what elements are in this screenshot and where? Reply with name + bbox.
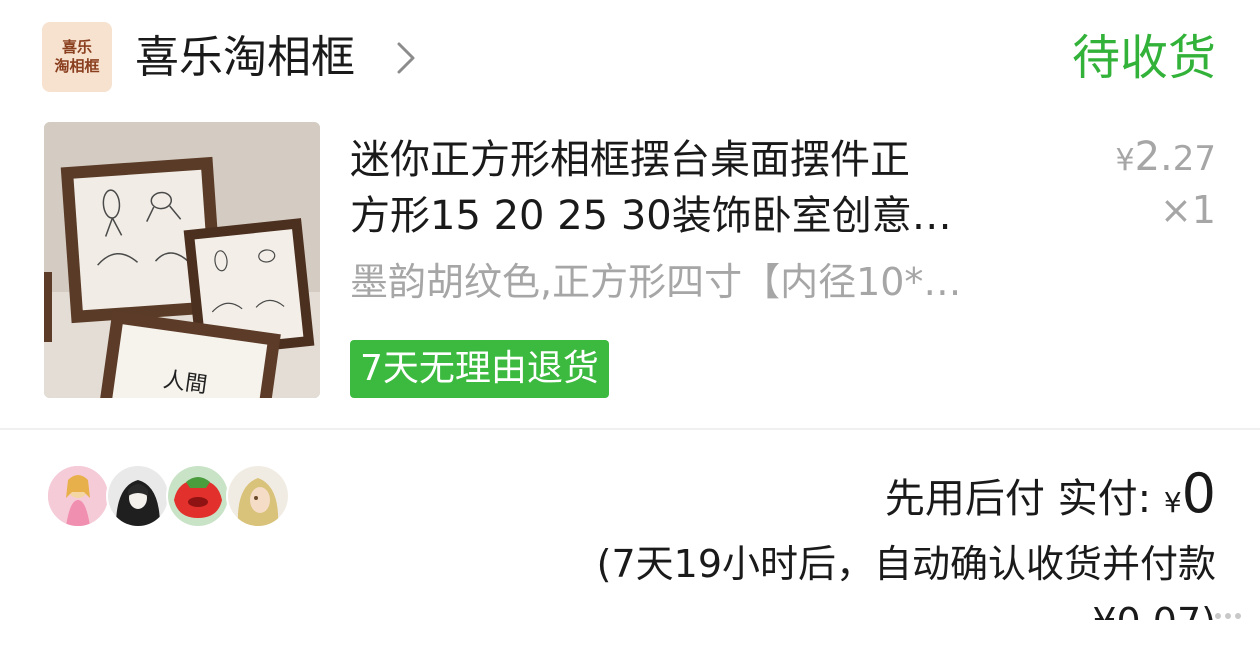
auto-confirm-note: (7天19小时后，自动确认收货并付款 — [596, 542, 1216, 586]
shop-logo-line1: 喜乐 — [61, 38, 92, 56]
product-spec: 墨韵胡纹色,正方形四寸【内径10*… — [350, 260, 962, 304]
shop-logo-line2: 淘相框 — [54, 57, 100, 75]
more-dots-icon[interactable] — [1214, 612, 1242, 620]
price-int: 2. — [1134, 134, 1173, 180]
product-price: ¥2.27 — [1115, 134, 1216, 180]
payment-currency: ¥ — [1163, 486, 1182, 519]
price-dec: 27 — [1172, 139, 1216, 179]
product-title[interactable]: 迷你正方形相框摆台桌面摆件正 方形15 20 25 30装饰卧室创意… — [350, 132, 1060, 244]
chevron-right-icon[interactable] — [395, 38, 417, 78]
product-quantity: ×1 — [1159, 188, 1216, 232]
product-title-line2: 方形15 20 25 30装饰卧室创意… — [350, 193, 952, 239]
shop-name[interactable]: 喜乐淘相框 — [135, 30, 355, 86]
return-policy-badge: 7天无理由退货 — [350, 340, 609, 398]
avatar[interactable] — [106, 464, 170, 528]
divider — [0, 428, 1260, 430]
product-title-line1: 迷你正方形相框摆台桌面摆件正 — [350, 137, 910, 183]
order-status: 待收货 — [1071, 30, 1216, 86]
shop-logo[interactable]: 喜乐 淘相框 — [42, 22, 112, 92]
payment-label: 先用后付 实付: — [884, 476, 1164, 522]
payment-summary: 先用后付 实付: ¥0 — [885, 462, 1216, 535]
product-image[interactable]: 人間 — [44, 122, 320, 398]
avatar[interactable] — [166, 464, 230, 528]
auto-confirm-amount: ¥0.07) — [1092, 600, 1216, 644]
price-currency: ¥ — [1115, 143, 1135, 178]
avatar[interactable] — [46, 464, 110, 528]
avatar[interactable] — [226, 464, 290, 528]
payment-amount: 0 — [1181, 462, 1216, 525]
